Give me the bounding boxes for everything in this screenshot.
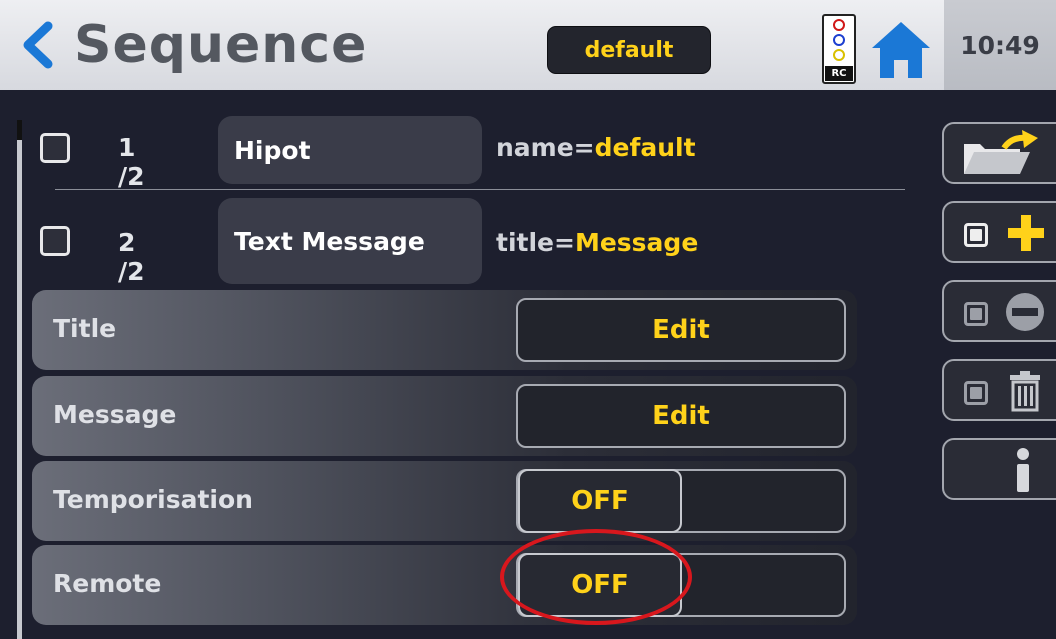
step-name-button[interactable]: Text Message bbox=[218, 198, 482, 284]
scrollbar[interactable] bbox=[17, 120, 22, 639]
info-icon bbox=[1017, 448, 1029, 492]
select-check-icon bbox=[964, 381, 988, 405]
step-checkbox[interactable] bbox=[40, 133, 70, 163]
param-value: default bbox=[594, 133, 696, 162]
param-value: Message bbox=[574, 228, 699, 257]
step-index: 1 /2 bbox=[118, 133, 145, 191]
param-label: Remote bbox=[53, 569, 162, 598]
trash-icon bbox=[1010, 371, 1040, 412]
config-name-badge[interactable]: default bbox=[547, 26, 711, 74]
param-label: Message bbox=[53, 400, 177, 429]
back-button[interactable]: Sequence bbox=[20, 12, 440, 78]
home-icon[interactable] bbox=[868, 18, 934, 82]
param-key: name= bbox=[496, 133, 595, 162]
temporisation-toggle[interactable]: OFF bbox=[516, 469, 846, 533]
param-row-title: Title Edit bbox=[32, 290, 857, 370]
step-checkbox[interactable] bbox=[40, 226, 70, 256]
step-parameter: name=default bbox=[496, 133, 696, 162]
remove-step-button[interactable] bbox=[942, 280, 1056, 342]
add-icon bbox=[1008, 215, 1044, 251]
remote-toggle[interactable]: OFF bbox=[516, 553, 846, 617]
param-row-remote: Remote OFF bbox=[32, 545, 857, 625]
open-folder-icon bbox=[964, 130, 1038, 174]
open-file-button[interactable] bbox=[942, 122, 1056, 184]
step-index: 2 /2 bbox=[118, 228, 145, 286]
edit-message-button[interactable]: Edit bbox=[516, 384, 846, 448]
param-row-temporisation: Temporisation OFF bbox=[32, 461, 857, 541]
step-parameter: title=Message bbox=[496, 228, 698, 257]
step-name-button[interactable]: Hipot bbox=[218, 116, 482, 184]
select-check-icon bbox=[964, 223, 988, 247]
chevron-left-icon bbox=[23, 21, 53, 69]
remove-icon bbox=[1006, 293, 1044, 331]
param-label: Title bbox=[53, 314, 117, 343]
select-check-icon bbox=[964, 302, 988, 326]
toggle-knob[interactable]: OFF bbox=[518, 469, 682, 533]
toggle-knob[interactable]: OFF bbox=[518, 553, 682, 617]
clock: 10:49 bbox=[944, 0, 1056, 90]
row-divider bbox=[55, 189, 905, 190]
scrollbar-thumb[interactable] bbox=[17, 120, 22, 140]
add-step-button[interactable] bbox=[942, 201, 1056, 263]
status-light-icon: RC bbox=[822, 14, 856, 84]
remote-indicator: RC bbox=[825, 66, 853, 81]
header-bar: Sequence default RC 10:49 bbox=[0, 0, 1056, 90]
param-key: title= bbox=[496, 228, 575, 257]
edit-title-button[interactable]: Edit bbox=[516, 298, 846, 362]
param-label: Temporisation bbox=[53, 485, 253, 514]
delete-button[interactable] bbox=[942, 359, 1056, 421]
param-row-message: Message Edit bbox=[32, 376, 857, 456]
page-title: Sequence bbox=[74, 15, 368, 75]
info-button[interactable] bbox=[942, 438, 1056, 500]
